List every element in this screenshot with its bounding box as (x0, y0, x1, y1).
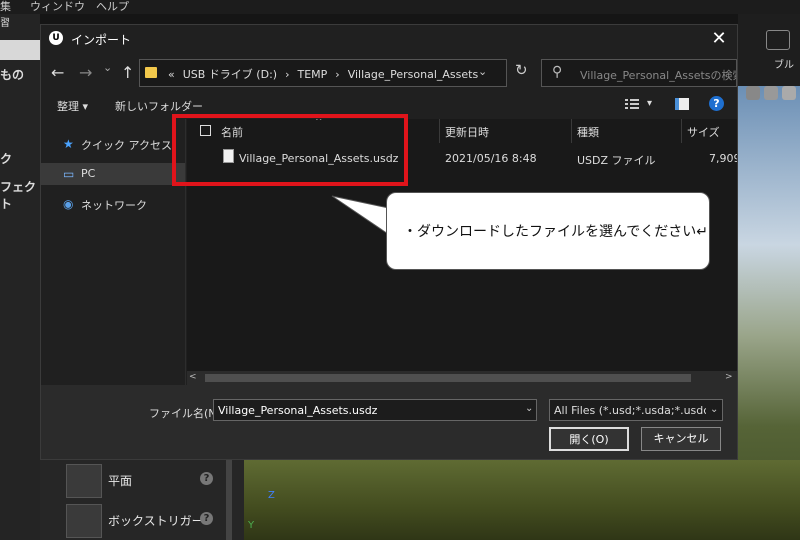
callout-bubble: ・ダウンロードしたファイルを選んでください↵ (386, 192, 710, 270)
place-actors-panel: 平面 ? ボックストリガー ? (40, 460, 244, 540)
ue-left-label-3: フェクト (0, 180, 37, 211)
place-item-box-trigger[interactable]: ボックストリガー ? (66, 504, 246, 538)
viewport-globe-icon[interactable] (746, 86, 760, 100)
breadcrumb-separator[interactable]: › (285, 68, 289, 81)
nav-item-pc[interactable]: ▭ PC (41, 163, 185, 185)
recent-dropdown-icon[interactable]: ⌄ (103, 61, 112, 74)
help-icon[interactable]: ? (709, 96, 724, 111)
search-icon: ⚲ (552, 64, 563, 80)
breadcrumb-usb-drive[interactable]: USB ドライブ (D:) (183, 68, 277, 81)
place-item-plane[interactable]: 平面 ? (66, 464, 246, 498)
blueprint-label[interactable]: ブル (774, 56, 794, 71)
preview-pane-icon[interactable] (675, 98, 689, 110)
navigation-pane: ★ クイック アクセス ▭ PC ◉ ネットワーク (41, 119, 186, 385)
file-type-value: All Files (*.usd;*.usda;*.usdc;*.usdz) (554, 404, 706, 417)
back-arrow-icon[interactable]: ← (51, 63, 64, 82)
viewport-move-icon[interactable] (782, 86, 796, 100)
navigation-bar: ← → ⌄ ↑ « USB ドライブ (D:) › TEMP › Village_Pers… (41, 53, 737, 93)
folder-icon (145, 67, 157, 78)
file-type-select[interactable]: All Files (*.usd;*.usda;*.usdc;*.usdz) ⌄ (549, 399, 723, 421)
view-dropdown-icon[interactable]: ▾ (647, 98, 652, 109)
scroll-right-icon[interactable]: > (725, 372, 733, 382)
help-icon[interactable]: ? (200, 472, 213, 485)
view-options-icon[interactable] (625, 98, 639, 110)
dialog-footer: ファイル名(N): ⌄ All Files (*.usd;*.usda;*.us… (41, 385, 737, 459)
blueprint-icon[interactable] (766, 30, 790, 50)
network-icon: ◉ (63, 197, 74, 211)
breadcrumb-separator[interactable]: › (335, 68, 339, 81)
filename-input[interactable] (213, 399, 537, 421)
axis-z-label: Z (268, 490, 275, 501)
place-panel-scrollbar[interactable] (226, 460, 232, 540)
nav-item-quick-access[interactable]: ★ クイック アクセス (41, 133, 185, 155)
new-folder-button[interactable]: 新しいフォルダー (115, 98, 203, 114)
star-icon: ★ (63, 137, 74, 151)
ue-menubar: 集 ウィンドウ ヘルプ (0, 0, 800, 14)
address-dropdown-icon[interactable]: ⌄ (478, 65, 487, 78)
breadcrumb-village-folder[interactable]: Village_Personal_Assets (348, 68, 479, 81)
file-date: 2021/05/16 8:48 (445, 152, 537, 165)
dialog-titlebar[interactable]: U インポート ✕ (41, 25, 737, 53)
dialog-title: インポート (71, 33, 132, 47)
nav-item-label: クイック アクセス (81, 139, 172, 152)
breadcrumb: « USB ドライブ (D:) › TEMP › Village_Personal_Ass… (164, 66, 482, 82)
file-size: 7,909 (709, 152, 737, 165)
cancel-button[interactable]: キャンセル (641, 427, 721, 451)
ue-viewport-ground[interactable]: Y Z (244, 460, 800, 540)
axis-y-label: Y (248, 520, 255, 531)
scrollbar-thumb[interactable] (205, 374, 691, 382)
organize-button[interactable]: 整理 ▾ (57, 98, 88, 114)
column-header-size[interactable]: サイズ (687, 124, 720, 140)
place-item-label: ボックストリガー (108, 514, 204, 528)
up-arrow-icon[interactable]: ↑ (121, 63, 134, 82)
menu-item-window[interactable]: ウィンドウ (30, 0, 85, 14)
column-header-date[interactable]: 更新日時 (445, 124, 489, 140)
forward-arrow-icon[interactable]: → (79, 63, 92, 82)
ue-left-panel: 習 もの ク フェクト (0, 14, 40, 540)
scroll-left-icon[interactable]: < (189, 372, 197, 382)
ue-left-label-2: ク (0, 152, 13, 166)
viewport-grid-icon[interactable] (764, 86, 778, 100)
breadcrumb-temp[interactable]: TEMP (297, 68, 327, 81)
ue-right-toolbar: ブル (738, 14, 800, 86)
place-item-label: 平面 (108, 474, 133, 488)
column-divider[interactable] (571, 119, 572, 143)
search-input[interactable]: ⚲ Village_Personal_Assetsの検索 (541, 59, 737, 87)
help-icon[interactable]: ? (200, 512, 213, 525)
address-bar[interactable]: « USB ドライブ (D:) › TEMP › Village_Personal_Ass… (139, 59, 507, 87)
menu-item-help[interactable]: ヘルプ (96, 0, 129, 14)
ue-left-label-1: もの (0, 68, 25, 82)
search-placeholder: Village_Personal_Assetsの検索 (580, 69, 736, 82)
box-trigger-thumbnail-icon (66, 504, 102, 538)
breadcrumb-overflow[interactable]: « (168, 68, 175, 81)
computer-icon: ▭ (63, 167, 75, 181)
menu-item-edit[interactable]: 集 (0, 0, 11, 14)
nav-item-network[interactable]: ◉ ネットワーク (41, 193, 185, 215)
ue-left-label-0: 習 (0, 18, 10, 29)
refresh-icon[interactable]: ↻ (515, 61, 528, 79)
nav-item-label: PC (81, 167, 96, 180)
close-button[interactable]: ✕ (705, 27, 733, 51)
open-button[interactable]: 開く(O) (549, 427, 629, 451)
column-divider[interactable] (681, 119, 682, 143)
filename-dropdown-icon[interactable]: ⌄ (525, 403, 533, 414)
ue-left-highlight (0, 40, 40, 60)
chevron-down-icon: ⌄ (710, 404, 719, 415)
unreal-logo-icon: U (49, 31, 63, 45)
column-header-type[interactable]: 種類 (577, 124, 599, 140)
callout-text: ・ダウンロードしたファイルを選んでください↵ (403, 224, 709, 240)
horizontal-scrollbar[interactable]: < > (187, 371, 737, 385)
nav-item-label: ネットワーク (81, 199, 147, 212)
plane-thumbnail-icon (66, 464, 102, 498)
column-divider[interactable] (439, 119, 440, 143)
highlight-box (172, 114, 408, 186)
file-type: USDZ ファイル (577, 154, 656, 167)
